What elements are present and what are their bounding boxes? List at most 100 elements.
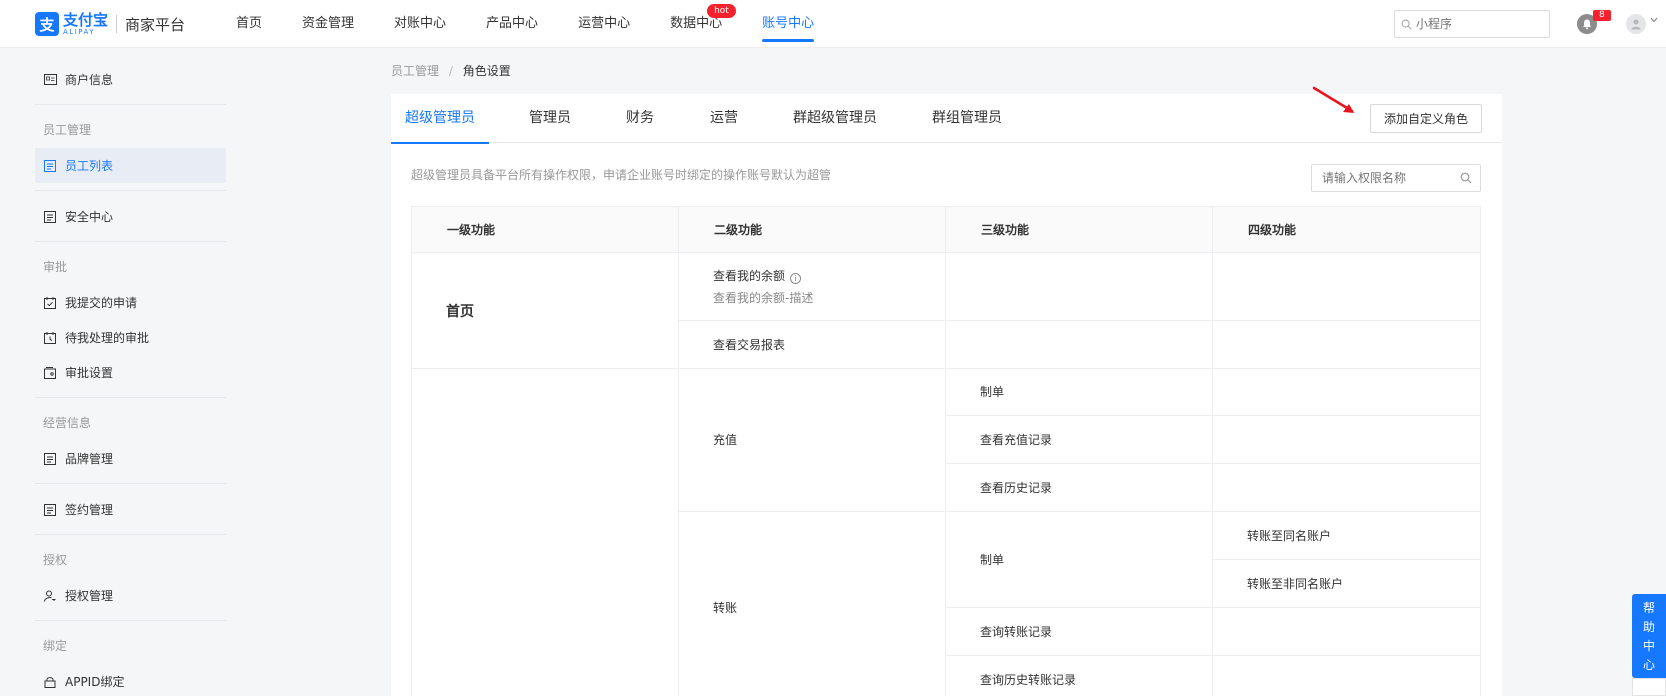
mini-program-search-input[interactable] [1416, 17, 1546, 31]
header-level3: 三级功能 [981, 223, 1030, 237]
table-border [1480, 253, 1481, 696]
nav-operations[interactable]: 运营中心 [578, 0, 630, 48]
sidebar-divider [35, 397, 226, 398]
header-level2: 二级功能 [714, 223, 763, 237]
logo-cn-text: 支付宝 [63, 10, 109, 29]
lock-icon [43, 675, 57, 689]
nav-products[interactable]: 产品中心 [486, 0, 538, 48]
calendar-pending-icon [43, 331, 57, 345]
sidebar: 商户信息 员工管理 员工列表 安全中心 审批 我提交的申请 待我处理的审批 审批… [35, 48, 226, 696]
notification-count-badge: 8 [1593, 10, 1611, 21]
mini-program-search[interactable] [1394, 10, 1550, 38]
sidebar-item-security[interactable]: 安全中心 [35, 199, 226, 234]
header-level4: 四级功能 [1248, 223, 1297, 237]
sidebar-group-auth: 授权 [43, 553, 68, 567]
sidebar-item-brand[interactable]: 品牌管理 [35, 441, 226, 476]
breadcrumb-parent[interactable]: 员工管理 [391, 64, 439, 78]
main-nav: 首页 资金管理 对账中心 产品中心 运营中心 数据中心 hot 账号中心 [236, 0, 854, 48]
permission-search-input[interactable] [1322, 171, 1452, 185]
search-icon [1401, 19, 1412, 29]
sidebar-divider [35, 620, 226, 621]
sidebar-item-contract[interactable]: 签约管理 [35, 492, 226, 527]
column-divider [1212, 206, 1213, 696]
add-custom-role-button[interactable]: 添加自定义角色 [1369, 104, 1482, 133]
logo-wordmark: 支付宝 ALIPAY [63, 10, 109, 36]
table-cell-transfer-history: 查询历史转账记录 [980, 672, 1077, 687]
balance-label: 查看我的余额 [713, 269, 786, 283]
tab-admin[interactable]: 管理员 [529, 94, 571, 143]
permission-search[interactable] [1311, 164, 1481, 192]
sidebar-item-label: 签约管理 [65, 503, 114, 517]
sidebar-item-approval-settings[interactable]: 审批设置 [35, 355, 226, 390]
nav-data-label: 数据中心 [670, 16, 723, 31]
table-cell-recharge-make-order: 制单 [980, 385, 1005, 399]
sidebar-divider [35, 534, 226, 535]
search-icon[interactable] [1460, 172, 1472, 184]
table-cell-balance: 查看我的余额 i 查看我的余额-描述 [678, 253, 945, 320]
chevron-down-icon[interactable] [1650, 16, 1658, 26]
help-center-char: 帮 [1642, 601, 1655, 615]
top-navigation-bar: 支 支付宝 ALIPAY 商家平台 首页 资金管理 对账中心 产品中心 运营中心… [0, 0, 1666, 48]
sidebar-item-label: APPID绑定 [65, 675, 125, 689]
sidebar-divider [35, 483, 226, 484]
sidebar-item-label: 授权管理 [65, 589, 114, 603]
sidebar-item-label: 审批设置 [65, 366, 114, 380]
help-center-char: 心 [1642, 658, 1655, 672]
list-icon [43, 159, 57, 173]
sidebar-item-label: 品牌管理 [65, 452, 114, 466]
sidebar-group-approval: 审批 [43, 260, 68, 274]
breadcrumb: 员工管理 / 角色设置 [391, 62, 511, 79]
tab-operations[interactable]: 运营 [710, 94, 738, 143]
tab-group-admin[interactable]: 群组管理员 [932, 94, 1002, 143]
nav-account[interactable]: 账号中心 [762, 0, 815, 48]
table-cell-home: 首页 [446, 303, 474, 320]
sidebar-item-my-applications[interactable]: 我提交的申请 [35, 285, 226, 320]
table-header: 一级功能 二级功能 三级功能 四级功能 [411, 206, 1481, 253]
id-card-icon [43, 73, 57, 87]
sidebar-divider [35, 190, 226, 191]
tab-group-super-admin[interactable]: 群超级管理员 [793, 94, 877, 143]
help-center-char: 助 [1642, 620, 1655, 634]
help-center-button[interactable]: 帮 助 中 心 [1632, 594, 1666, 678]
table-cell-recharge-history: 查看历史记录 [980, 480, 1053, 495]
table-cell-transfer-records: 查询转账记录 [980, 624, 1053, 639]
table-cell-transfer-same-name: 转账至同名账户 [1247, 528, 1332, 543]
breadcrumb-separator: / [448, 64, 453, 78]
tab-finance[interactable]: 财务 [626, 94, 654, 143]
alipay-logo[interactable]: 支 支付宝 ALIPAY 商家平台 [35, 12, 185, 36]
sidebar-divider [35, 241, 226, 242]
table-cell-transfer: 转账 [713, 600, 738, 615]
role-settings-card: 超级管理员 管理员 财务 运营 群超级管理员 群组管理员 添加自定义角色 超级管… [391, 94, 1502, 696]
hot-badge: hot [707, 4, 736, 18]
help-center-char: 中 [1642, 639, 1655, 653]
sidebar-group-staff: 员工管理 [43, 123, 92, 137]
wallet-icon [43, 366, 57, 380]
nav-funds[interactable]: 资金管理 [302, 0, 354, 48]
user-avatar[interactable] [1626, 14, 1646, 34]
document-icon [43, 503, 57, 517]
nav-home[interactable]: 首页 [236, 0, 262, 48]
nav-data[interactable]: 数据中心 hot [670, 0, 736, 48]
sidebar-item-pending-approvals[interactable]: 待我处理的审批 [35, 320, 226, 355]
sidebar-item-auth-management[interactable]: 授权管理 [35, 578, 226, 613]
table-cell-recharge: 充值 [713, 433, 738, 447]
sidebar-item-label: 我提交的申请 [65, 296, 138, 310]
sidebar-item-label: 待我处理的审批 [65, 331, 150, 345]
role-description: 超级管理员具备平台所有操作权限，申请企业账号时绑定的操作账号默认为超管 [411, 168, 832, 182]
info-icon[interactable]: i [790, 273, 802, 284]
table-cell-trade-report: 查看交易报表 [713, 337, 786, 352]
logo-en-text: ALIPAY [63, 27, 96, 36]
tab-super-admin[interactable]: 超级管理员 [391, 94, 489, 144]
document-icon [43, 210, 57, 224]
breadcrumb-current: 角色设置 [462, 64, 511, 78]
sidebar-group-bind: 绑定 [43, 639, 68, 653]
nav-reconciliation[interactable]: 对账中心 [394, 0, 446, 48]
sidebar-item-appid-bind[interactable]: APPID绑定 [35, 664, 226, 696]
sidebar-item-staff-list[interactable]: 员工列表 [35, 148, 226, 183]
sidebar-item-label: 商户信息 [65, 73, 114, 87]
document-icon [43, 452, 57, 466]
feedback-button[interactable] [1632, 678, 1666, 696]
sidebar-item-merchant-info[interactable]: 商户信息 [35, 62, 226, 97]
platform-name: 商家平台 [125, 15, 186, 34]
table-cell-recharge-records: 查看充值记录 [980, 432, 1053, 447]
